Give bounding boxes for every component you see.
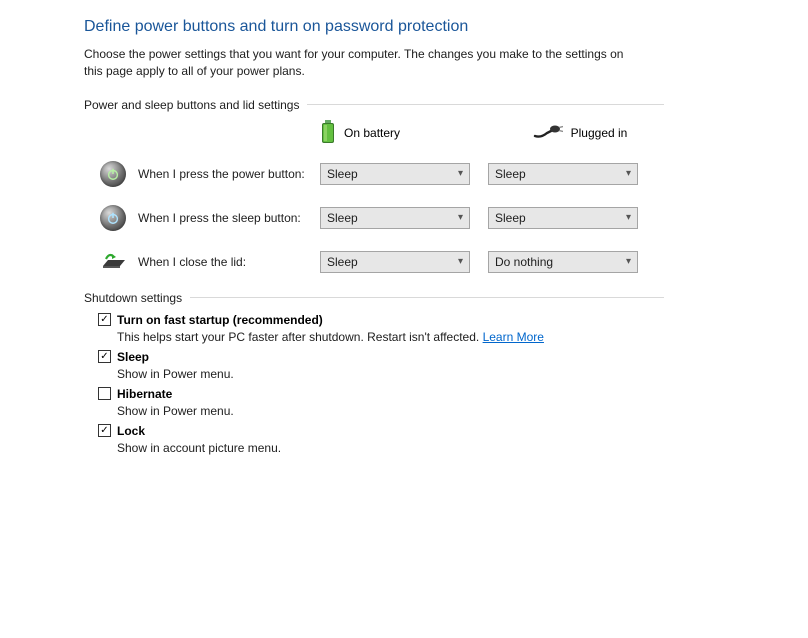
fast-startup-label: Turn on fast startup (recommended) bbox=[117, 313, 323, 327]
col-on-battery-label: On battery bbox=[344, 126, 400, 140]
select-value: Do nothing bbox=[495, 255, 553, 269]
sleep-button-icon bbox=[98, 203, 128, 233]
item-lock: ✓ Lock Show in account picture menu. bbox=[98, 424, 664, 455]
sleep-button-plugged-select[interactable]: Sleep ▾ bbox=[488, 207, 638, 229]
close-lid-plugged-select[interactable]: Do nothing ▾ bbox=[488, 251, 638, 273]
lock-checkbox[interactable]: ✓ bbox=[98, 424, 111, 437]
lock-desc: Show in account picture menu. bbox=[117, 441, 664, 455]
page-intro: Choose the power settings that you want … bbox=[84, 46, 644, 80]
divider bbox=[307, 104, 664, 105]
fast-startup-checkbox[interactable]: ✓ bbox=[98, 313, 111, 326]
section-power-buttons: Power and sleep buttons and lid settings bbox=[84, 98, 664, 112]
section-shutdown: Shutdown settings bbox=[84, 291, 664, 305]
power-button-icon bbox=[98, 159, 128, 189]
row-sleep-button: When I press the sleep button: Sleep ▾ S… bbox=[84, 203, 664, 233]
select-value: Sleep bbox=[327, 211, 358, 225]
sleep-desc: Show in Power menu. bbox=[117, 367, 664, 381]
select-value: Sleep bbox=[327, 167, 358, 181]
col-on-battery: On battery bbox=[320, 120, 488, 147]
section-label: Power and sleep buttons and lid settings bbox=[84, 98, 307, 112]
hibernate-label: Hibernate bbox=[117, 387, 172, 401]
row-label: When I press the power button: bbox=[138, 167, 320, 181]
row-close-lid: When I close the lid: Sleep ▾ Do nothing… bbox=[84, 247, 664, 277]
sleep-label: Sleep bbox=[117, 350, 149, 364]
select-value: Sleep bbox=[495, 167, 526, 181]
learn-more-link[interactable]: Learn More bbox=[483, 330, 544, 344]
col-plugged-in-label: Plugged in bbox=[571, 126, 628, 140]
item-fast-startup: ✓ Turn on fast startup (recommended) Thi… bbox=[98, 313, 664, 344]
power-button-battery-select[interactable]: Sleep ▾ bbox=[320, 163, 470, 185]
chevron-down-icon: ▾ bbox=[626, 168, 631, 179]
chevron-down-icon: ▾ bbox=[458, 212, 463, 223]
battery-icon bbox=[320, 120, 336, 147]
column-headers: On battery Plugged in bbox=[84, 120, 664, 147]
sleep-checkbox[interactable]: ✓ bbox=[98, 350, 111, 363]
sleep-button-battery-select[interactable]: Sleep ▾ bbox=[320, 207, 470, 229]
row-label: When I close the lid: bbox=[138, 255, 320, 269]
select-value: Sleep bbox=[495, 211, 526, 225]
item-hibernate: Hibernate Show in Power menu. bbox=[98, 387, 664, 418]
hibernate-checkbox[interactable] bbox=[98, 387, 111, 400]
row-label: When I press the sleep button: bbox=[138, 211, 320, 225]
lock-label: Lock bbox=[117, 424, 145, 438]
plug-icon bbox=[533, 124, 563, 143]
chevron-down-icon: ▾ bbox=[458, 168, 463, 179]
power-button-plugged-select[interactable]: Sleep ▾ bbox=[488, 163, 638, 185]
chevron-down-icon: ▾ bbox=[626, 256, 631, 267]
section-label: Shutdown settings bbox=[84, 291, 190, 305]
chevron-down-icon: ▾ bbox=[458, 256, 463, 267]
lid-icon bbox=[98, 247, 128, 277]
hibernate-desc: Show in Power menu. bbox=[117, 404, 664, 418]
col-plugged-in: Plugged in bbox=[496, 124, 664, 143]
close-lid-battery-select[interactable]: Sleep ▾ bbox=[320, 251, 470, 273]
item-sleep: ✓ Sleep Show in Power menu. bbox=[98, 350, 664, 381]
row-power-button: When I press the power button: Sleep ▾ S… bbox=[84, 159, 664, 189]
page-title: Define power buttons and turn on passwor… bbox=[84, 18, 808, 36]
select-value: Sleep bbox=[327, 255, 358, 269]
divider bbox=[190, 297, 664, 298]
chevron-down-icon: ▾ bbox=[626, 212, 631, 223]
fast-startup-desc: This helps start your PC faster after sh… bbox=[117, 330, 664, 344]
